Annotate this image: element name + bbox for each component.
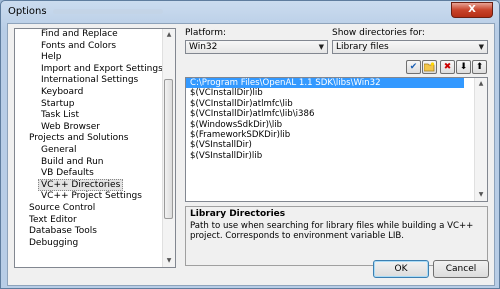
tree-item-label: Find and Replace bbox=[41, 29, 118, 39]
scroll-down-icon[interactable]: ▼ bbox=[475, 189, 487, 201]
new-folder-icon bbox=[423, 62, 435, 72]
tree-scrollbar[interactable]: ▲ ▼ bbox=[162, 29, 175, 267]
tree-item[interactable]: Projects and Solutions bbox=[15, 133, 164, 145]
chevron-down-icon: ▼ bbox=[318, 43, 324, 51]
tree-item[interactable]: VB Defaults bbox=[15, 168, 164, 180]
scroll-up-icon[interactable]: ▲ bbox=[163, 29, 175, 41]
directory-list[interactable]: C:\Program Files\OpenAL 1.1 SDK\libs\Win… bbox=[185, 77, 488, 202]
tree-item[interactable]: Build and Run bbox=[15, 157, 164, 169]
directory-row[interactable]: $(VCInstallDir)lib bbox=[186, 88, 487, 98]
move-up-button[interactable]: ⬆ bbox=[472, 60, 487, 74]
dialog-body: Find and Replace Fonts and Colors Help Impo… bbox=[7, 23, 495, 286]
arrow-up-icon: ⬆ bbox=[475, 62, 484, 72]
platform-label: Platform: bbox=[185, 28, 226, 38]
directory-row[interactable]: $(VSInstallDir)lib bbox=[186, 151, 487, 161]
tree-item-label: Projects and Solutions bbox=[29, 133, 129, 144]
tree-item[interactable]: VC++ Directories bbox=[15, 178, 164, 192]
move-down-button[interactable]: ⬇ bbox=[456, 60, 471, 74]
tree-item[interactable]: Import and Export Settings bbox=[15, 64, 164, 76]
tree-item-label: Startup bbox=[41, 98, 75, 109]
chevron-down-icon: ▼ bbox=[478, 43, 484, 51]
tree-item[interactable]: Database Tools bbox=[15, 226, 164, 238]
tree-item[interactable]: Source Control bbox=[15, 203, 164, 215]
arrow-down-icon: ⬇ bbox=[459, 62, 468, 72]
directory-row[interactable]: $(VCInstallDir)atlmfc\lib\i386 bbox=[186, 109, 487, 119]
ok-button[interactable]: OK bbox=[373, 260, 429, 278]
tree-item-label: VC++ Project Settings bbox=[41, 191, 142, 202]
tree-item[interactable]: Keyboard bbox=[15, 87, 164, 99]
tree-item-label: International Settings bbox=[41, 75, 139, 86]
show-directories-select[interactable]: Library files ▼ bbox=[332, 40, 488, 54]
close-icon: X bbox=[468, 4, 476, 15]
platform-select[interactable]: Win32 ▼ bbox=[185, 40, 328, 54]
directory-scrollbar[interactable]: ▲ ▼ bbox=[474, 78, 487, 201]
tree-item-label: Debugging bbox=[29, 237, 79, 248]
description-panel: Library Directories Path to use when sea… bbox=[185, 206, 488, 266]
tree-item-label: Database Tools bbox=[29, 226, 97, 237]
cancel-button[interactable]: Cancel bbox=[433, 260, 489, 278]
description-text: Path to use when searching for library f… bbox=[190, 221, 474, 241]
tree-item-label: Fonts and Colors bbox=[41, 40, 117, 51]
tree-item[interactable]: Web Browser bbox=[15, 122, 164, 134]
delete-x-icon: ✖ bbox=[443, 62, 452, 72]
directory-rows: C:\Program Files\OpenAL 1.1 SDK\libs\Win… bbox=[186, 78, 487, 161]
directory-row[interactable]: $(VSInstallDir) bbox=[186, 140, 487, 150]
options-dialog: Options X Find and Replace Fonts and Colo… bbox=[0, 0, 500, 289]
tree-item[interactable]: General bbox=[15, 145, 164, 157]
scroll-thumb[interactable] bbox=[164, 79, 173, 219]
tree-item[interactable]: Text Editor bbox=[15, 215, 164, 227]
tree-item-label: Help bbox=[41, 52, 62, 63]
tree-item-label: General bbox=[41, 144, 77, 155]
directory-row[interactable]: $(VCInstallDir)atlmfc\lib bbox=[186, 99, 487, 109]
tree-item-label: Web Browser bbox=[41, 121, 100, 132]
tree-item[interactable]: Fonts and Colors bbox=[15, 41, 164, 53]
show-directories-label: Show directories for: bbox=[332, 28, 425, 38]
tree-item[interactable]: International Settings bbox=[15, 75, 164, 87]
tree-item[interactable]: Startup bbox=[15, 99, 164, 111]
scroll-up-icon[interactable]: ▲ bbox=[475, 78, 487, 90]
delete-button[interactable]: ✖ bbox=[440, 60, 455, 74]
directory-row[interactable]: $(FrameworkSDKDir)lib bbox=[186, 130, 487, 140]
tree-item[interactable]: Task List bbox=[15, 110, 164, 122]
blurred-title-text bbox=[53, 9, 163, 14]
tree-item-label: Task List bbox=[41, 110, 80, 121]
description-heading: Library Directories bbox=[190, 209, 286, 219]
platform-value: Win32 bbox=[189, 42, 218, 52]
tree-item-label: Build and Run bbox=[41, 156, 104, 167]
new-line-button[interactable] bbox=[422, 60, 437, 74]
tree-item[interactable]: Help bbox=[15, 52, 164, 64]
title-bar[interactable]: Options X bbox=[1, 1, 499, 23]
close-button[interactable]: X bbox=[451, 2, 493, 18]
tree-item-label: Source Control bbox=[29, 202, 96, 213]
scroll-down-icon[interactable]: ▼ bbox=[163, 255, 175, 267]
show-directories-value: Library files bbox=[336, 42, 389, 52]
tree-item-label: Import and Export Settings bbox=[41, 63, 163, 74]
options-tree[interactable]: Find and Replace Fonts and Colors Help Impo… bbox=[14, 28, 176, 268]
tree-item-label: Keyboard bbox=[41, 86, 84, 97]
tree-item-label: VC++ Directories bbox=[38, 178, 124, 191]
tree-item-label: Text Editor bbox=[29, 214, 77, 225]
tree-item[interactable]: Find and Replace bbox=[15, 29, 164, 41]
checkmark-icon: ✔ bbox=[409, 62, 418, 72]
tree-item[interactable]: VC++ Project Settings bbox=[15, 191, 164, 203]
window-title: Options bbox=[8, 6, 47, 17]
tree-item-label: VB Defaults bbox=[41, 168, 94, 179]
tree-item[interactable]: Debugging bbox=[15, 238, 164, 250]
check-path-button[interactable]: ✔ bbox=[406, 60, 421, 74]
directory-row[interactable]: C:\Program Files\OpenAL 1.1 SDK\libs\Win… bbox=[186, 78, 464, 89]
tree-items: Find and Replace Fonts and Colors Help Impo… bbox=[15, 29, 164, 267]
directory-row[interactable]: $(WindowsSdkDir)\lib bbox=[186, 120, 487, 130]
